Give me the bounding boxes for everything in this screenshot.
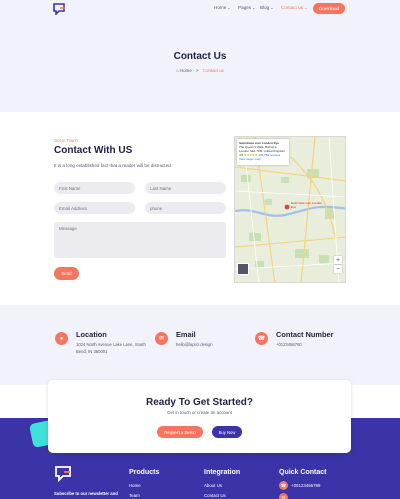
- footer-link-home[interactable]: Home: [129, 483, 141, 488]
- map-place-card: lastminute.com London Eye The Queen's Wa…: [237, 139, 289, 165]
- footer-link-contact[interactable]: Contact Us: [204, 493, 226, 498]
- quick-phone[interactable]: +00123456789: [291, 483, 320, 488]
- first-name-field[interactable]: First Name: [54, 182, 135, 194]
- integration-title: Integration: [204, 469, 241, 476]
- phone-field[interactable]: phone: [145, 202, 226, 214]
- chat-bubble-logo-icon[interactable]: [52, 3, 66, 15]
- footer-link-team[interactable]: Team: [129, 493, 140, 498]
- request-demo-button[interactable]: Request a Demo: [157, 426, 203, 438]
- quick-contact-title: Quick Contact: [279, 469, 327, 476]
- send-button[interactable]: Send: [54, 267, 79, 280]
- nav-home[interactable]: Home ⌄: [214, 5, 231, 10]
- subscribe-text: Subscribe to our newsletter and: [54, 491, 118, 496]
- phone-icon: ☎: [279, 481, 288, 490]
- chevron-down-icon: ⌄: [303, 5, 308, 10]
- contact-kicker: Get In Touch: [54, 138, 78, 143]
- location-pin-icon: ●: [55, 332, 68, 345]
- zoom-in-button[interactable]: +: [334, 256, 342, 264]
- mail-icon: ✉: [155, 332, 168, 345]
- location-title: Location: [76, 330, 107, 339]
- phone-title: Contact Number: [276, 330, 334, 339]
- contact-title: Contact With US: [54, 145, 133, 156]
- zoom-out-button[interactable]: −: [334, 265, 342, 273]
- breadcrumb: ⌂ Home > Contact us: [0, 68, 400, 73]
- phone-icon: ☎: [255, 332, 268, 345]
- cta-title: Ready To Get Started?: [145, 397, 254, 408]
- footer-link-about[interactable]: About Us: [204, 483, 222, 488]
- breadcrumb-current: Contact us: [202, 68, 224, 73]
- phone-value[interactable]: +0123456780: [276, 341, 302, 348]
- google-map[interactable]: lastminute.com London Eye The Queen's Wa…: [234, 136, 346, 283]
- map-thumbnail[interactable]: [237, 263, 249, 275]
- download-button[interactable]: Download: [313, 3, 345, 14]
- products-title: Products: [129, 469, 160, 476]
- email-value[interactable]: hello@lapnz.design: [176, 341, 213, 348]
- mail-icon: ✉: [279, 493, 288, 499]
- location-line-2: Bend, IN 360001: [76, 349, 108, 354]
- top-nav: Home ⌄ Pages ⌄ Blog ⌄ Contact us ⌄ Download: [0, 0, 400, 18]
- chevron-down-icon: ⌄: [252, 5, 256, 10]
- nav-contact[interactable]: Contact us ⌄: [281, 5, 307, 10]
- breadcrumb-home[interactable]: Home: [180, 68, 192, 73]
- footer-logo-icon[interactable]: [54, 466, 72, 482]
- chevron-down-icon: ⌄: [227, 5, 231, 10]
- location-line-1: 1024 North Avenue Lake Lane, South: [76, 342, 146, 347]
- cta-card: Ready To Get Started? Get in touch or cr…: [48, 380, 351, 453]
- contact-subtitle: It is a long established fact that a rea…: [54, 163, 171, 168]
- nav-pages[interactable]: Pages ⌄: [238, 5, 255, 10]
- map-address: The Queen's Walk, Bishop's, London SE1 7…: [239, 145, 286, 153]
- chevron-down-icon: ⌄: [270, 5, 274, 10]
- message-field[interactable]: Message: [54, 222, 226, 258]
- email-title: Email: [176, 330, 196, 339]
- last-name-field[interactable]: Last Name: [145, 182, 226, 194]
- email-field[interactable]: Email Address: [54, 202, 135, 214]
- map-pin-label: lastminute.com London Eye: [291, 201, 323, 209]
- nav-blog[interactable]: Blog ⌄: [260, 5, 274, 10]
- buy-now-button[interactable]: Buy Now: [212, 426, 242, 438]
- page-title: Contact Us: [173, 51, 227, 62]
- cta-subtitle: Get in touch or create an account: [167, 410, 232, 415]
- home-icon: ⌂: [176, 68, 179, 73]
- view-larger-map-link[interactable]: View larger map: [239, 157, 287, 161]
- breadcrumb-separator: >: [196, 68, 199, 73]
